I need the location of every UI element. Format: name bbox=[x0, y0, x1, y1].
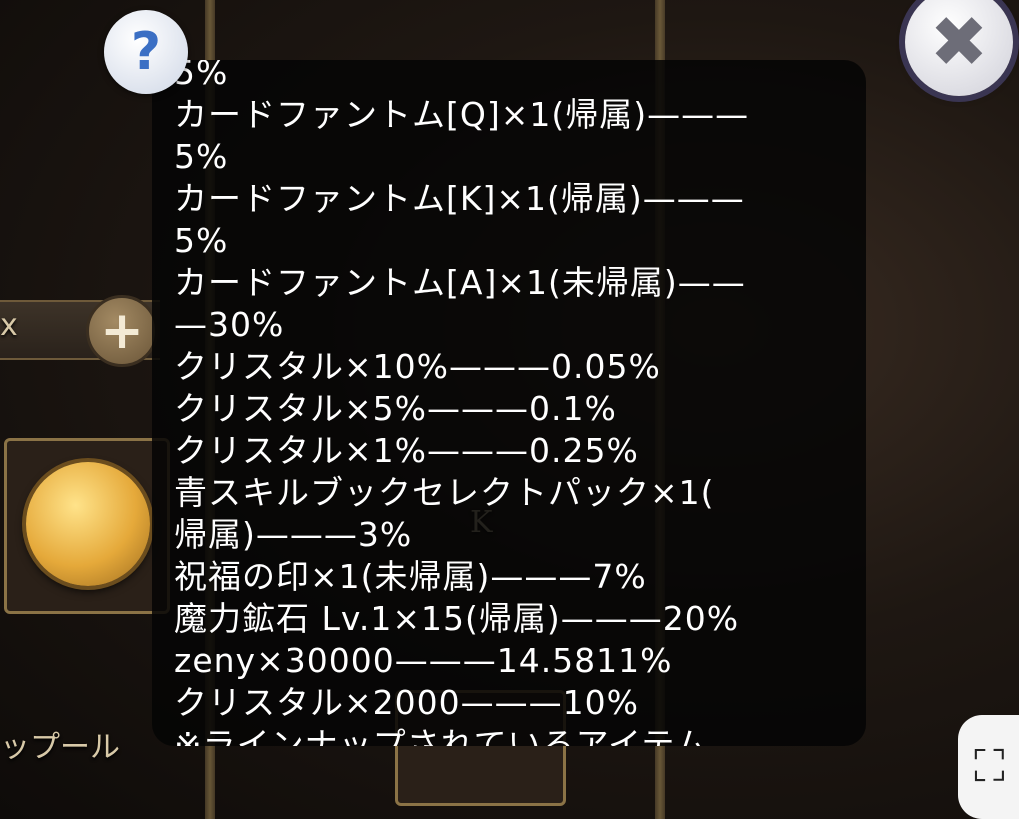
rate-line: 魔力鉱石 Lv.1×15(帰属)———20% bbox=[174, 599, 740, 638]
scan-icon: ⛶ bbox=[974, 741, 1005, 792]
drop-rate-list: 5% カードファントム[Q]×1(帰属)——— 5% カードファントム[K]×1… bbox=[174, 60, 844, 746]
rate-line: 祝福の印×1(未帰属)———7% bbox=[174, 557, 647, 596]
drop-rate-tooltip[interactable]: 5% カードファントム[Q]×1(帰属)——— 5% カードファントム[K]×1… bbox=[152, 60, 866, 746]
rate-line: ※ラインナップされているアイテム bbox=[174, 725, 709, 746]
close-button[interactable]: ✖ bbox=[905, 0, 1013, 96]
rate-line: クリスタル×2000———10% bbox=[174, 683, 639, 722]
add-resource-button[interactable]: + bbox=[86, 295, 158, 367]
close-icon: ✖ bbox=[929, 1, 989, 83]
question-icon: ? bbox=[130, 22, 162, 82]
rate-line: 5% bbox=[174, 137, 229, 176]
rate-line: 帰属)———3% bbox=[174, 515, 413, 554]
rate-line: —30% bbox=[174, 305, 285, 344]
rate-line: カードファントム[Q]×1(帰属)——— bbox=[174, 95, 750, 134]
rate-line: カードファントム[K]×1(帰属)——— bbox=[174, 179, 745, 218]
resource-bar-label: x bbox=[0, 308, 18, 343]
rate-line: カードファントム[A]×1(未帰属)—— bbox=[174, 263, 746, 302]
blessing-emblem-icon bbox=[26, 462, 150, 586]
rate-line: 青スキルブックセレクトパック×1( bbox=[174, 473, 715, 512]
scan-button[interactable]: ⛶ bbox=[958, 715, 1019, 819]
rate-line: クリスタル×10%———0.05% bbox=[174, 347, 661, 386]
plus-icon: + bbox=[100, 301, 144, 361]
rate-line: zeny×30000———14.5811% bbox=[174, 641, 673, 680]
rate-line: 5% bbox=[174, 221, 229, 260]
pool-tab-label[interactable]: ップール bbox=[0, 722, 120, 766]
help-button[interactable]: ? bbox=[104, 10, 188, 94]
rate-line: クリスタル×1%———0.25% bbox=[174, 431, 639, 470]
rate-line: 5% bbox=[174, 60, 229, 92]
rate-line: クリスタル×5%———0.1% bbox=[174, 389, 617, 428]
